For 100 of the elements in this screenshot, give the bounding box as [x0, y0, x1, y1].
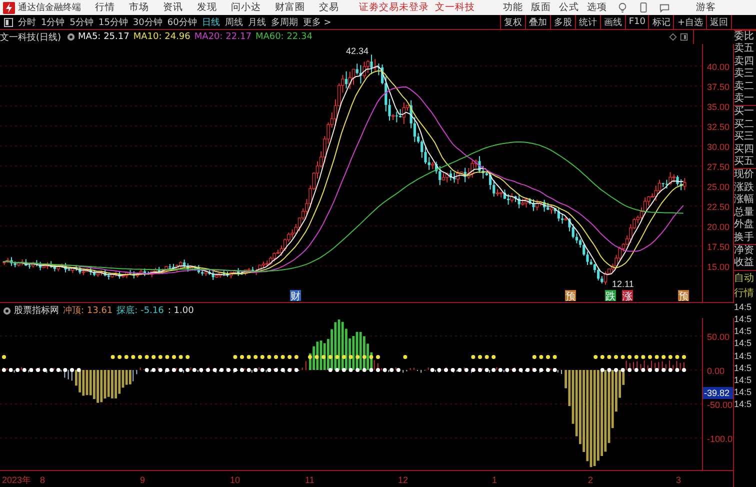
event-marker[interactable]: 财 [290, 290, 301, 302]
price-axis-label: 25.00 [707, 182, 730, 192]
quote-field-label: 买四 [734, 144, 755, 156]
date-axis-label: 2023年 [2, 475, 32, 485]
date-axis-label: 8 [40, 475, 46, 485]
period-tab[interactable]: 月线 [248, 16, 266, 28]
price-axis-label: 20.00 [707, 222, 730, 232]
moving-average-value: MA20: 22.17 [194, 32, 252, 42]
mode-tab[interactable]: 自动 [734, 270, 756, 286]
event-marker[interactable]: 预 [565, 290, 576, 302]
menu-item[interactable]: 交易 [319, 1, 339, 14]
quote-field-label: 买三 [734, 131, 755, 144]
period-tab[interactable]: 5分钟 [70, 16, 94, 28]
trade-time: 14:5 [734, 300, 753, 313]
event-marker[interactable]: 预 [678, 290, 689, 302]
price-axis-label: 32.50 [707, 122, 730, 132]
mode-tab[interactable]: 行情 [734, 286, 756, 301]
price-axis-label: 37.50 [707, 82, 730, 92]
quote-field-label: 换手 [734, 232, 755, 244]
date-axis-label: 3 [676, 475, 682, 485]
indicator-axis-label: -100.0 [707, 434, 733, 444]
period-tab[interactable]: 60分钟 [167, 16, 197, 28]
quote-field-label: 涨幅 [734, 194, 755, 206]
current-value-tag: -39.82 [703, 387, 733, 399]
quote-field-label: 卖四 [734, 56, 755, 68]
quote-field-label: 外盘 [734, 219, 755, 232]
price-axis-label: 17.50 [707, 242, 730, 252]
trade-time: 14:5 [734, 362, 753, 374]
tool-button[interactable]: 多股 [550, 15, 575, 29]
tool-button[interactable]: 统计 [574, 15, 600, 29]
chart-title: 文一科技(日线) [0, 32, 62, 44]
period-tab[interactable]: 周线 [224, 16, 243, 28]
moving-average-value: MA60: 22.34 [255, 32, 312, 42]
period-tab[interactable]: 15分钟 [98, 16, 128, 28]
price-axis-label: 30.00 [707, 142, 730, 152]
quote-field-label: 现价 [734, 168, 756, 182]
menu-item[interactable]: 发现 [197, 1, 217, 14]
stock-name: 文一科技 [435, 1, 475, 14]
trade-time: 14:5 [734, 325, 753, 338]
menu-item[interactable]: 版面 [531, 1, 551, 14]
quote-field-label: 卖三 [734, 68, 755, 80]
trade-time: 14:5 [734, 386, 753, 398]
period-tab[interactable]: 30分钟 [132, 16, 162, 28]
quote-field-label: 净资 [734, 244, 756, 258]
login-status[interactable]: 证劵交易未登录 [359, 1, 429, 14]
high-price-label: 42.34 [346, 46, 369, 56]
price-axis-label: 40.00 [707, 62, 730, 72]
price-axis-label: 35.00 [707, 102, 730, 112]
user-name[interactable]: 游客 [696, 1, 716, 14]
menu-item[interactable]: 资讯 [163, 1, 183, 14]
quote-field-label: 总量 [734, 206, 755, 219]
quote-field-label: 买一 [734, 105, 756, 119]
quote-field-label: 卖二 [734, 80, 755, 92]
quote-field-label: 卖一 [734, 93, 755, 106]
indicator-axis-label: 50.00 [707, 332, 730, 342]
quote-field-label: 收益 [734, 257, 755, 270]
trade-time: 14:5 [734, 337, 753, 350]
price-axis-label: 15.00 [707, 262, 730, 272]
trade-time: 14:5 [734, 312, 753, 326]
moving-average-value: MA5: 25.17 [78, 32, 130, 42]
tool-button[interactable]: 复权 [500, 15, 525, 29]
quote-field-label: 涨跌 [734, 182, 755, 194]
date-axis-label: 9 [140, 475, 146, 485]
indicator-value: 探底: -5.16 [116, 304, 164, 317]
menu-item[interactable]: 功能 [503, 1, 523, 14]
price-axis-label: 27.50 [707, 162, 730, 172]
menu-item[interactable]: 行情 [95, 1, 115, 14]
tool-button[interactable]: 标记 [648, 15, 674, 29]
indicator-axis-label: 0.00 [707, 366, 725, 376]
app-title: 通达信金融终端 [18, 2, 81, 14]
menu-item[interactable]: 财富圈 [275, 1, 305, 14]
quote-field-label: 卖五 [734, 43, 755, 56]
indicator-value: 冲顶: 13.61 [63, 304, 113, 317]
moving-average-value: MA10: 24.96 [133, 32, 190, 42]
tool-button[interactable]: 画线 [600, 15, 625, 29]
menu-item[interactable]: 选项 [587, 1, 607, 14]
date-axis-label: 2 [588, 475, 594, 485]
tool-button[interactable]: +自选 [673, 15, 706, 29]
date-axis-label: 10 [230, 475, 240, 485]
period-tab[interactable]: 更多 > [302, 16, 332, 28]
period-tab[interactable]: 分时 [18, 16, 36, 28]
menu-item[interactable]: 市场 [129, 1, 149, 14]
period-tab[interactable]: 多周期 [270, 16, 298, 28]
period-tab[interactable]: 日线 [202, 16, 220, 28]
event-marker[interactable]: 涨 [622, 290, 633, 302]
indicator-value: : 1.00 [168, 306, 194, 316]
low-price-label: 12.11 [612, 279, 634, 289]
date-axis-label: 11 [305, 475, 314, 485]
price-axis-label: 22.50 [707, 202, 730, 212]
period-tab[interactable]: 1分钟 [41, 16, 65, 28]
trade-time: 14:5 [734, 374, 753, 386]
quote-field-label: 买五 [734, 156, 755, 168]
trade-time: 14:5 [734, 350, 753, 362]
menu-item[interactable]: 问小达 [231, 1, 261, 14]
date-axis-label: 12 [398, 475, 408, 485]
quote-field-label: 委比 [734, 30, 756, 44]
indicator-name: 股票指标网 [14, 304, 59, 317]
menu-item[interactable]: 公式 [559, 1, 579, 14]
trade-time: 14:5 [734, 398, 753, 411]
indicator-axis-label: -50.00 [707, 400, 733, 410]
